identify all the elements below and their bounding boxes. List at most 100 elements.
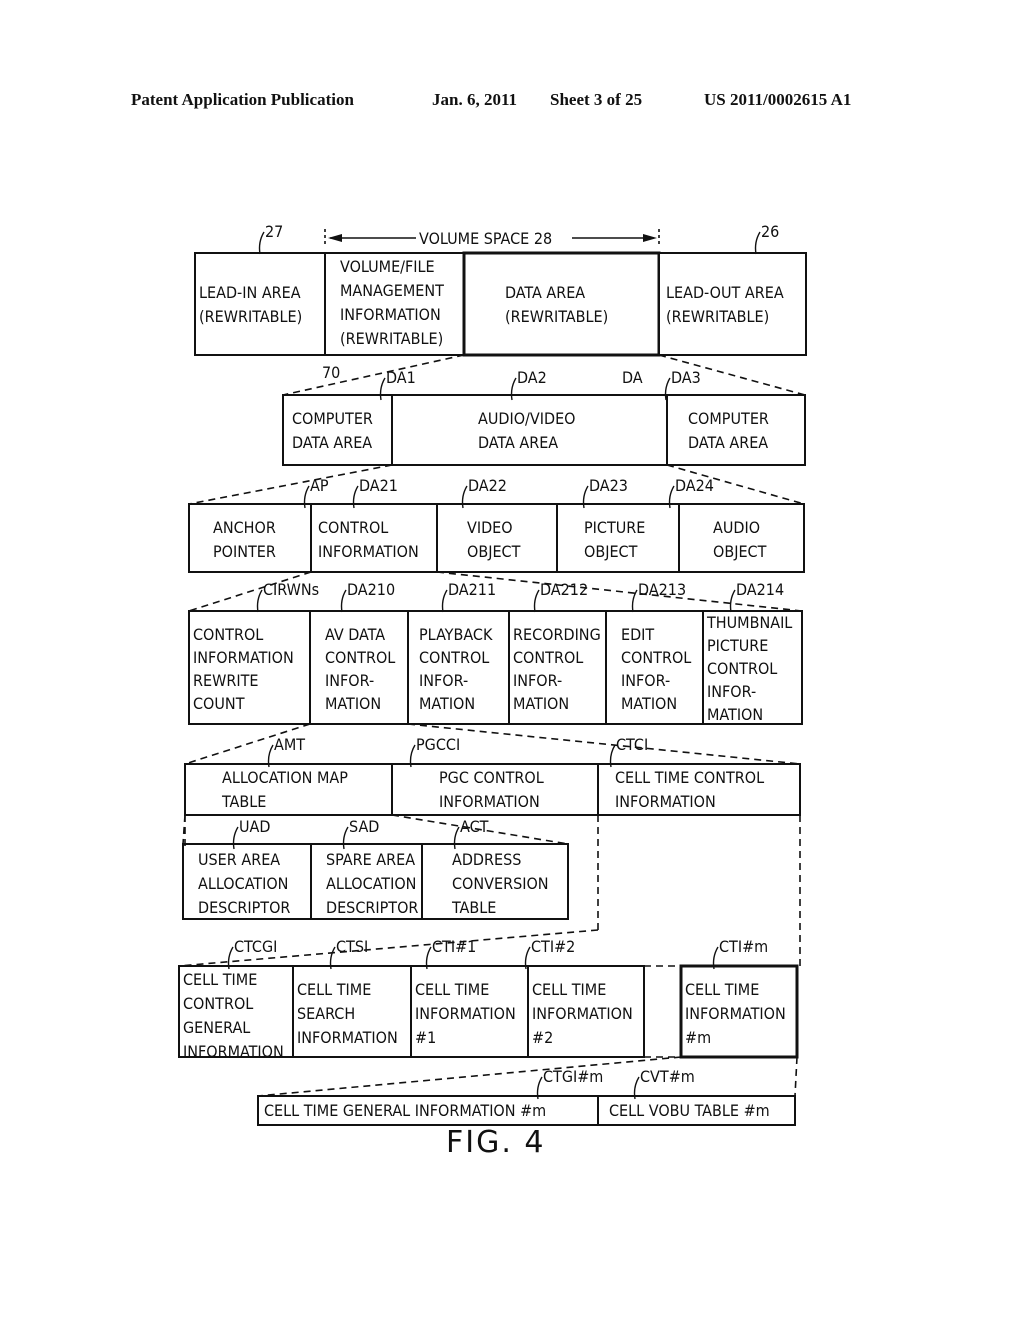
cell-text-line: #2 — [532, 1028, 553, 1047]
cell-box — [282, 394, 393, 466]
cell-text-line: DATA AREA — [505, 283, 585, 302]
ref-label: DA — [622, 368, 643, 387]
cell-text-line: EDIT — [621, 625, 654, 644]
cell-text-line: INFOR- — [325, 671, 374, 690]
ref-label: CTI#1 — [432, 937, 476, 956]
cell-27: LEAD-IN AREA (REWRITABLE) 27 — [194, 222, 326, 356]
cell-text-line: INFOR- — [707, 682, 756, 701]
cell-text-line: (REWRITABLE) — [199, 307, 302, 326]
cell-text-line: INFORMATION — [183, 1042, 284, 1061]
expansion-dashed-line — [407, 723, 801, 765]
cell-text-line: AV DATA — [325, 625, 385, 644]
cell-text-line: USER AREA — [198, 850, 280, 869]
cell-text-line: COUNT — [193, 694, 245, 713]
cell-sad: SPARE AREA ALLOCATION DESCRIPTOR SAD — [310, 817, 423, 920]
level-allocation-map: USER AREA ALLOCATION DESCRIPTOR UAD SPARE AR… — [182, 817, 569, 920]
cell-text-line: INFORMATION — [193, 648, 294, 667]
cell-cti-m: CELL TIME INFORMATION #m CTI#m — [679, 937, 799, 1059]
cell-text-line: CELL VOBU TABLE #m — [609, 1101, 770, 1120]
cell-da213: EDIT CONTROL INFOR- MATION DA213 — [605, 580, 704, 725]
ref-label: CTCGI — [234, 937, 277, 956]
ref-label: CTI#m — [719, 937, 768, 956]
ref-leader — [340, 589, 347, 613]
ref-label: DA211 — [448, 580, 496, 599]
cell-text-line: ANCHOR — [213, 518, 276, 537]
ref-label: PGCCI — [416, 735, 460, 754]
ref-leader — [729, 589, 736, 613]
cell-text-line: #m — [685, 1028, 711, 1047]
cell-box — [462, 251, 661, 357]
expansion-dashed-line — [282, 354, 465, 396]
volume-space-indicator: VOLUME SPACE 28 — [324, 229, 660, 248]
ref-label: DA2 — [517, 368, 547, 387]
cell-box — [678, 503, 805, 573]
cell-text-line: INFORMATION — [297, 1028, 398, 1047]
ref-label: DA23 — [589, 476, 628, 495]
cell-text-line: CONVERSION — [452, 874, 549, 893]
level-cell-time-info: CELL TIME GENERAL INFORMATION #mCTGI#mCE… — [257, 1067, 796, 1126]
ref-label: 26 — [761, 222, 779, 241]
cell-box — [556, 503, 680, 573]
cell-text-line: CELL TIME GENERAL INFORMATION #m — [264, 1101, 546, 1120]
cell-cti-2: CELL TIME INFORMATION #2 CTI#2 — [524, 937, 645, 1058]
cell-26: LEAD-OUT AREA (REWRITABLE) 26 — [658, 222, 807, 356]
cell-box — [658, 252, 807, 356]
cell-text-line: CONTROL — [183, 994, 253, 1013]
ref-label: CIRWNs — [263, 580, 319, 599]
ref-label: CTSI — [336, 937, 368, 956]
cell-text-line: (REWRITABLE) — [666, 307, 769, 326]
cell-text-line: MATION — [513, 694, 569, 713]
cell-da3: COMPUTER DATA AREA DA3 — [664, 368, 806, 466]
level-cell-time-control: CELL TIMECONTROLGENERALINFORMATIONCTCGIC… — [178, 937, 799, 1061]
ref-label: CTGI#m — [543, 1067, 603, 1086]
cell-box — [310, 503, 438, 573]
arrow-left-icon — [328, 234, 342, 242]
cell-text-line: CONTROL — [621, 648, 691, 667]
cell-act: ADDRESSCONVERSIONTABLEACT — [421, 817, 569, 920]
ref-label: AMT — [274, 735, 305, 754]
cell-text-line: CONTROL — [513, 648, 583, 667]
cell-text-line: CELL TIME — [415, 980, 489, 999]
cell-da: DATA AREA (REWRITABLE) — [462, 251, 661, 357]
cell-text-line: DESCRIPTOR — [198, 898, 290, 917]
cell-text-line: INFORMATION — [340, 305, 441, 324]
cell-da211: PLAYBACK CONTROL INFOR- MATION DA211 — [407, 580, 510, 725]
figure-label: FIG. 4 — [446, 1125, 546, 1160]
cell-amt: ALLOCATION MAP TABLE AMT — [184, 735, 393, 816]
expansion-dashed-line — [794, 1056, 798, 1097]
cell-text-line: SPARE AREA — [326, 850, 415, 869]
cell-cvt-m: CELL VOBU TABLE #m CVT#m — [597, 1067, 796, 1126]
cell-text-line: ALLOCATION — [326, 874, 416, 893]
ref-label: CTI#2 — [531, 937, 575, 956]
cell-box — [436, 503, 558, 573]
cell-text-line: CELL TIME — [532, 980, 606, 999]
cell-text-line: PICTURE — [584, 518, 645, 537]
cell-text-line: AUDIO/VIDEO — [478, 409, 575, 428]
cell-text-line: INFORMATION — [318, 542, 419, 561]
ref-leader — [258, 231, 265, 255]
cell-text-line: INFORMATION — [439, 792, 540, 811]
cell-text-line: CELL TIME — [685, 980, 759, 999]
cell-box — [391, 394, 668, 466]
cell-da23: PICTURE OBJECT DA23 — [556, 476, 680, 573]
cell-cirwns: CONTROL INFORMATION REWRITE COUNT CIRWNs — [188, 580, 319, 725]
volume-space-label: VOLUME SPACE 28 — [419, 229, 552, 248]
cell-text-line: DATA AREA — [478, 433, 558, 452]
arrow-right-icon — [643, 234, 657, 242]
cell-text-line: CONTROL — [325, 648, 395, 667]
cell-text-line: COMPUTER — [292, 409, 373, 428]
cell-text-line: RECORDING — [513, 625, 601, 644]
cell-text-line: MATION — [325, 694, 381, 713]
cell-text-line: LEAD-OUT AREA — [666, 283, 784, 302]
level-av-data-area: ANCHORPOINTERAPCONTROLINFORMATIONDA21VID… — [188, 476, 805, 573]
cell-text-line: DESCRIPTOR — [326, 898, 418, 917]
cell-text-line: INFORMATION — [532, 1004, 633, 1023]
cell-text-line: #1 — [415, 1028, 436, 1047]
cell-text-line: POINTER — [213, 542, 276, 561]
cell-ctcgi: CELL TIME CONTROL GENERAL INFORMATION CTCGI — [178, 937, 294, 1061]
cell-text-line: CONTROL — [318, 518, 388, 537]
cell-text-line: ALLOCATION MAP — [222, 768, 348, 787]
cell-text-line: (REWRITABLE) — [505, 307, 608, 326]
cell-da24: AUDIO OBJECT DA24 — [668, 476, 805, 573]
cell-text-line: REWRITE — [193, 671, 258, 690]
